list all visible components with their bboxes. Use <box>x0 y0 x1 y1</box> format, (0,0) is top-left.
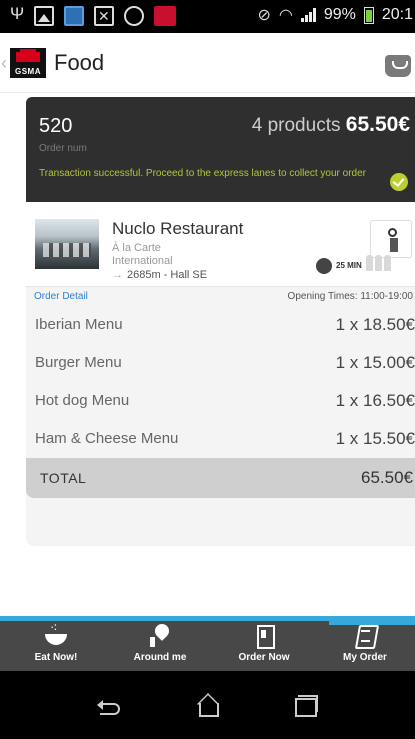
product-count: 4 products <box>251 115 341 136</box>
order-number: 520 <box>39 115 73 137</box>
nav-eat-now[interactable]: Eat Now! <box>6 620 106 663</box>
restaurant-cuisine: International <box>112 255 173 267</box>
recent-apps-icon[interactable] <box>290 693 320 717</box>
item-name: Hot dog Menu <box>35 392 130 409</box>
logo-mark <box>16 49 40 62</box>
restaurant-distance: → 2685m - Hall SE <box>112 269 207 281</box>
restaurant-name: Nuclo Restaurant <box>112 219 244 238</box>
mute-icon: ⊘ <box>257 7 271 24</box>
order-list-icon <box>352 624 378 648</box>
nav-label: Around me <box>133 652 187 663</box>
gsma-logo[interactable]: GSMA <box>10 48 46 78</box>
item-quantity-price: 1 x 15.00€ <box>335 353 415 372</box>
item-name: Iberian Menu <box>35 316 123 333</box>
item-name: Ham & Cheese Menu <box>35 430 179 447</box>
opening-times: Opening Times: 11:00-19:00 <box>287 291 413 302</box>
total-row: TOTAL 65.50€ <box>26 458 415 498</box>
list-item: Ham & Cheese Menu 1 x 15.50€ <box>26 420 415 458</box>
status-bar: ⊘ ◠ 99% 20:1 <box>0 0 415 33</box>
nav-label: Eat Now! <box>34 652 78 663</box>
signal-icon <box>300 8 316 22</box>
wait-time: 25 MIN <box>336 261 362 270</box>
order-summary-card: 520 Order num 4 products 65.50€ Transact… <box>26 97 415 202</box>
page-title: Food <box>54 50 105 75</box>
nav-order-now[interactable]: Order Now <box>214 624 314 663</box>
door-icon <box>251 624 277 649</box>
restaurant-photo <box>35 219 99 269</box>
queue-icon <box>366 255 391 271</box>
wifi-icon: ◠ <box>278 7 293 24</box>
back-chevron-icon[interactable]: ‹ <box>1 53 7 74</box>
order-number-label: Order num <box>39 143 87 154</box>
logo-text: GSMA <box>15 67 41 76</box>
list-item: Hot dog Menu 1 x 16.50€ <box>26 382 415 420</box>
restaurant-info[interactable]: Nuclo Restaurant À la Carte Internationa… <box>26 205 415 283</box>
battery-percent: 99% <box>323 6 356 23</box>
system-indicators: ⊘ ◠ 99% 20:1 <box>257 5 413 25</box>
image-icon <box>34 6 54 26</box>
battery-icon <box>363 6 374 24</box>
back-icon[interactable] <box>96 693 126 717</box>
total-value: 65.50€ <box>361 468 413 487</box>
notification-icons <box>10 4 176 26</box>
distance-text: 2685m - Hall SE <box>127 269 208 281</box>
system-navigation-bar <box>0 671 415 739</box>
order-total: 4 products 65.50€ <box>252 113 410 137</box>
gsma-icon <box>154 6 176 26</box>
bottom-navigation: Eat Now! Around me Order Now My Order <box>0 616 415 671</box>
clock-icon <box>312 254 336 278</box>
order-detail-header: Order Detail Opening Times: 11:00-19:00 <box>26 286 415 306</box>
clock: 20:1 <box>381 6 413 23</box>
whatsapp-icon <box>124 6 144 26</box>
keyboard-icon <box>64 6 84 26</box>
nav-label: My Order <box>343 652 387 663</box>
item-quantity-price: 1 x 15.50€ <box>335 429 415 448</box>
item-name: Burger Menu <box>35 354 122 371</box>
app-header: ‹ GSMA Food <box>0 33 415 93</box>
mail-icon <box>94 6 114 26</box>
location-icon <box>147 624 173 648</box>
total-label: TOTAL <box>40 470 87 486</box>
directions-icon[interactable] <box>370 220 412 258</box>
bowl-icon <box>43 620 69 648</box>
order-total-amount: 65.50€ <box>345 113 410 136</box>
transaction-message: Transaction successful. Proceed to the e… <box>39 168 367 179</box>
item-quantity-price: 1 x 18.50€ <box>335 315 415 334</box>
order-items: Iberian Menu 1 x 18.50€ Burger Menu 1 x … <box>26 306 415 546</box>
list-item: Burger Menu 1 x 15.00€ <box>26 344 415 382</box>
nav-label: Order Now <box>238 652 290 663</box>
nav-my-order[interactable]: My Order <box>315 624 415 663</box>
distance-icon: → <box>112 269 123 281</box>
nav-around-me[interactable]: Around me <box>110 624 210 663</box>
usb-icon <box>10 4 24 26</box>
check-icon <box>390 173 408 191</box>
item-quantity-price: 1 x 16.50€ <box>335 391 415 410</box>
basket-icon[interactable] <box>385 55 411 77</box>
restaurant-type: À la Carte <box>112 242 161 254</box>
home-icon[interactable] <box>193 693 223 717</box>
list-item: Iberian Menu 1 x 18.50€ <box>26 306 415 344</box>
order-detail-title: Order Detail <box>34 291 88 302</box>
